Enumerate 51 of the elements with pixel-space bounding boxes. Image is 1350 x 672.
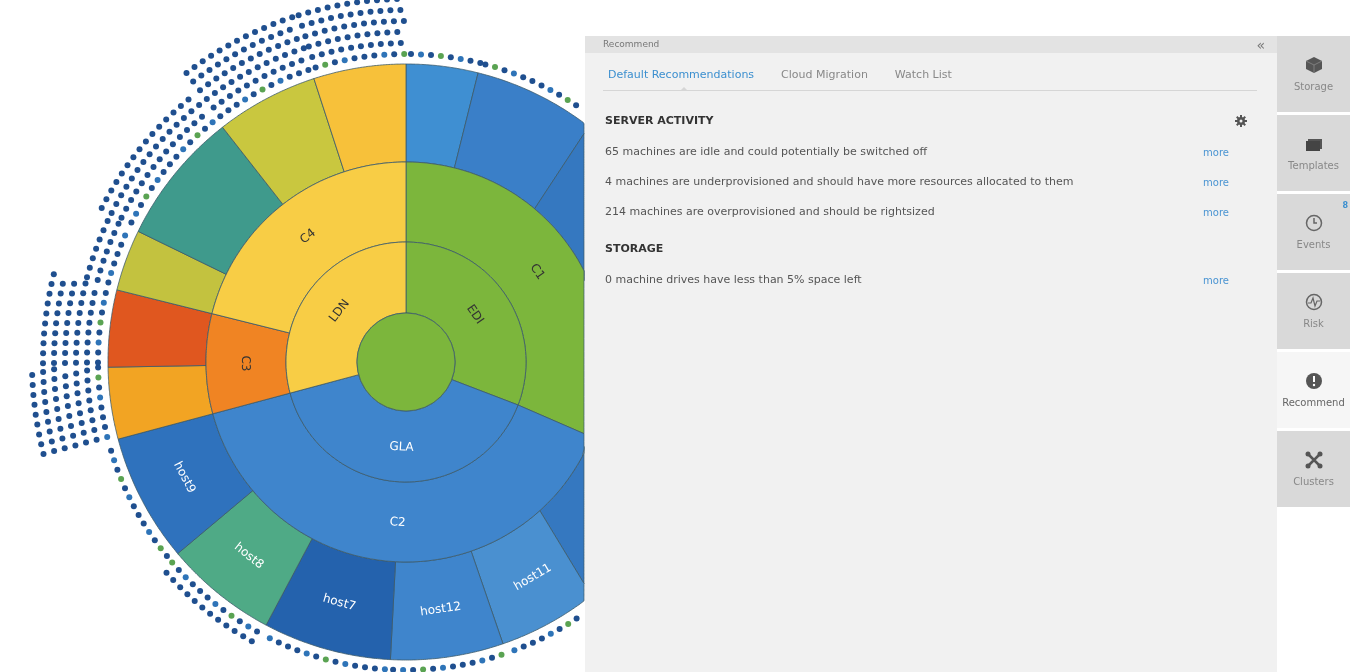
clock-icon <box>1304 212 1323 233</box>
box-icon <box>1304 54 1323 75</box>
sunburst-segment[interactable] <box>205 313 291 415</box>
settings-icon[interactable] <box>1235 114 1247 127</box>
sunburst-segment[interactable] <box>107 365 214 440</box>
sunburst-segment[interactable] <box>116 231 227 314</box>
sunburst-segment[interactable] <box>137 126 284 275</box>
tab[interactable]: Cloud Migration <box>776 61 878 90</box>
recommendation-text: 0 machine drives have less than 5% space left <box>605 272 862 289</box>
segment-label: C3 <box>238 355 254 372</box>
sunburst-segment[interactable] <box>390 550 504 661</box>
sidebar-tab[interactable]: Storage <box>1277 36 1350 112</box>
sidebar-tab[interactable]: Templates <box>1277 115 1350 191</box>
sunburst-segment[interactable] <box>313 63 407 173</box>
sunburst-segment[interactable] <box>289 374 519 483</box>
section-heading: STORAGE <box>605 241 664 257</box>
more-link[interactable]: more <box>1203 144 1229 160</box>
sunburst-center[interactable] <box>356 312 456 412</box>
sunburst-segment[interactable] <box>405 63 479 169</box>
sidebar-tab[interactable]: Events 8 <box>1277 194 1350 270</box>
segment-label: GLA <box>389 438 415 454</box>
sidebar-tab[interactable]: Recommend <box>1277 352 1350 428</box>
more-link[interactable]: more <box>1203 204 1229 220</box>
sunburst-segment[interactable] <box>107 289 213 368</box>
notification-count: 8 <box>1342 200 1348 212</box>
panel-title: Recommend <box>603 37 660 51</box>
sunburst-segment[interactable] <box>265 538 396 660</box>
recommendation-text: 65 machines are idle and could potentially be switched off <box>605 143 928 160</box>
segment-label: host7 <box>321 590 358 614</box>
tab[interactable]: Default Recommendations <box>603 61 765 90</box>
sunburst-segment[interactable] <box>177 490 313 626</box>
sunburst-segment[interactable] <box>222 78 345 205</box>
pulse-icon <box>1304 291 1323 312</box>
recommendation-text: 214 machines are overprovisioned and should be rightsized <box>605 203 935 220</box>
more-link[interactable]: more <box>1203 174 1229 190</box>
segment-label: C2 <box>389 514 406 530</box>
more-link[interactable]: more <box>1203 273 1229 288</box>
sidebar-tab[interactable]: Risk <box>1277 273 1350 349</box>
segment-label: host12 <box>419 598 462 619</box>
network-icon <box>1304 449 1323 470</box>
sunburst-segment[interactable] <box>470 510 585 645</box>
section-heading: SERVER ACTIVITY <box>605 112 714 129</box>
segment-label: C4 <box>296 225 319 247</box>
alert-icon <box>1304 370 1323 391</box>
tab[interactable]: Watch List <box>889 61 962 90</box>
segment-label: C1 <box>527 260 549 282</box>
sidebar-tab[interactable]: Clusters <box>1277 431 1350 507</box>
recommendation-text: 4 machines are underprovisioned and should have more resources allocated to them <box>605 173 1074 190</box>
sunburst-segment[interactable] <box>454 72 585 210</box>
segment-label: EDI <box>464 301 488 327</box>
collapse-button[interactable]: « <box>1256 37 1265 52</box>
